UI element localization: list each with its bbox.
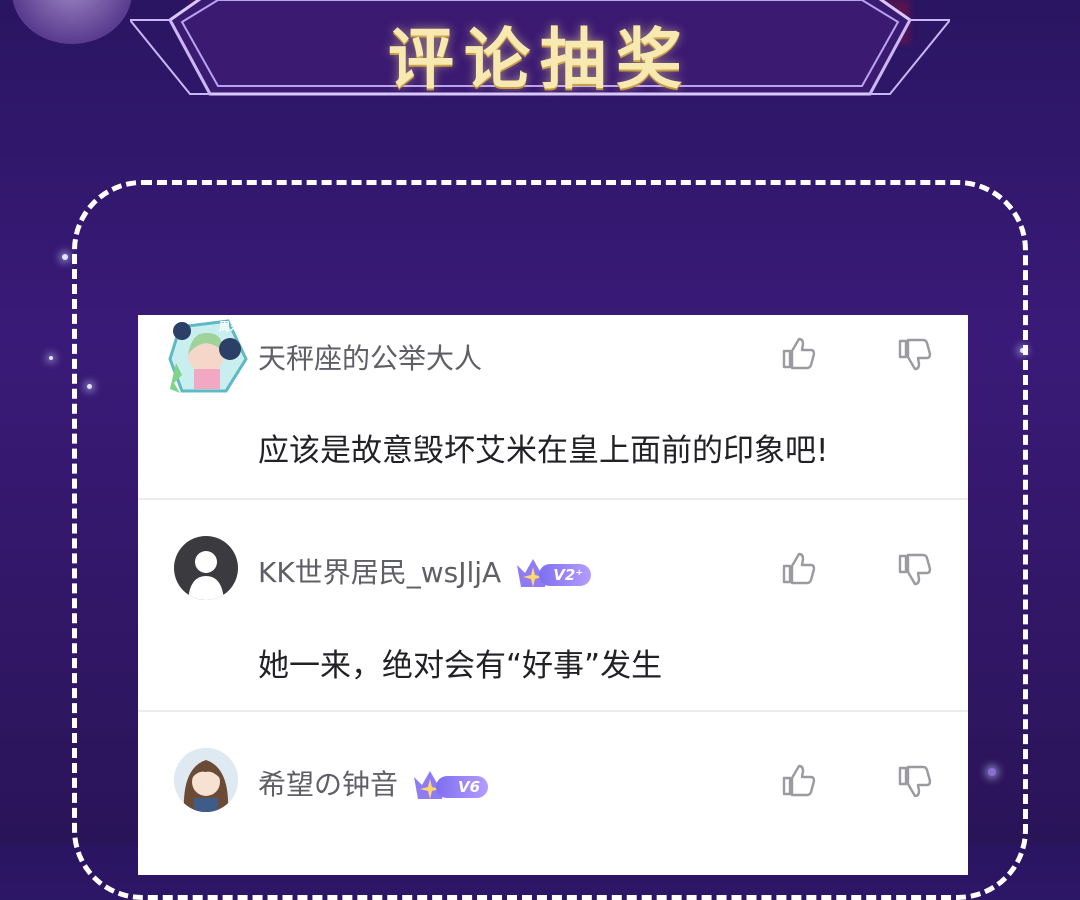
comment-username[interactable]: 希望の钟音 V6 (258, 763, 489, 803)
default-user-avatar-icon[interactable] (174, 536, 238, 600)
thumbs-up-icon[interactable] (780, 762, 816, 798)
vip-badge: V2⁺ (513, 559, 592, 589)
comment-item: 周末 天秤座的公举大人 应该是故意毁坏艾米在皇上面前的印象吧! (138, 315, 968, 500)
comment-card: 周末 天秤座的公举大人 应该是故意毁坏艾米在皇上面前的印象吧! KK世界居民_w… (138, 315, 968, 875)
vip-badge: V6 (410, 771, 489, 801)
star-sparkle (62, 254, 68, 260)
thumbs-down-icon[interactable] (896, 552, 932, 588)
comment-text: 她一来，绝对会有“好事”发生 (258, 648, 663, 684)
thumbs-up-icon[interactable] (780, 335, 816, 371)
star-sparkle (49, 356, 53, 360)
comment-text: 应该是故意毁坏艾米在皇上面前的印象吧! (258, 433, 829, 469)
avatar-badge: 周末 (219, 320, 241, 333)
anime-frame-avatar-icon[interactable]: 周末 (168, 319, 248, 395)
vip-level: V6 (436, 776, 489, 798)
vip-level: V2⁺ (539, 564, 592, 586)
title-banner: 评论抽奖 (130, 0, 950, 100)
thumbs-up-icon[interactable] (780, 550, 816, 586)
comment-username[interactable]: KK世界居民_wsJljA V2⁺ (258, 551, 592, 591)
comment-item: KK世界居民_wsJljA V2⁺ 她一来，绝对会有“好事”发生 (138, 500, 968, 712)
moon-decoration (12, 0, 132, 44)
comment-item: 希望の钟音 V6 (138, 712, 968, 875)
anime-girl-avatar-icon[interactable] (174, 748, 238, 812)
page-title: 评论抽奖 (388, 20, 692, 98)
thumbs-down-icon[interactable] (896, 337, 932, 373)
comment-username[interactable]: 天秤座的公举大人 (258, 337, 482, 377)
thumbs-down-icon[interactable] (896, 764, 932, 800)
